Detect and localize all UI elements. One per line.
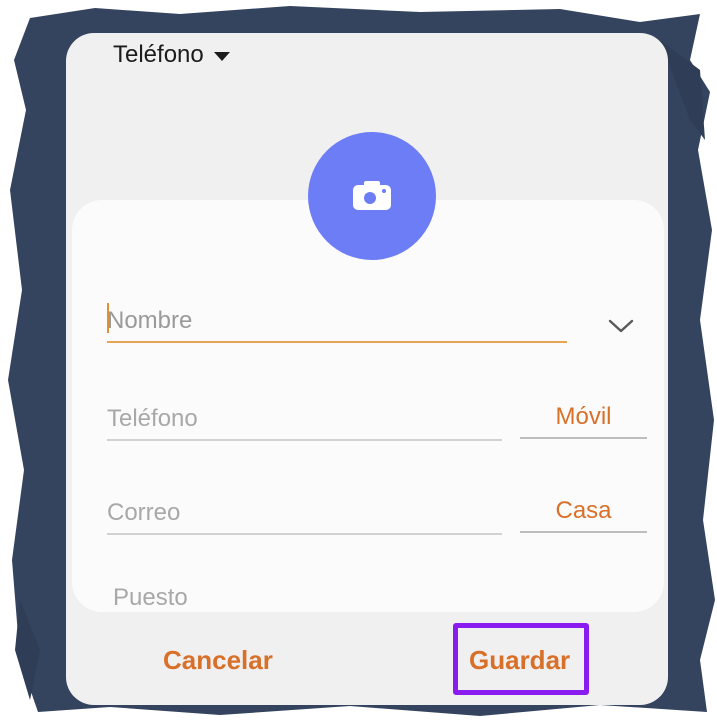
phone-input[interactable] — [107, 405, 502, 433]
email-type-select[interactable]: Casa — [520, 489, 647, 533]
name-field[interactable] — [107, 297, 567, 343]
name-input[interactable] — [107, 307, 567, 335]
caret-down-icon — [213, 51, 230, 61]
email-input[interactable] — [107, 499, 502, 527]
phone-type-select[interactable]: Móvil — [520, 395, 647, 439]
email-field[interactable] — [107, 489, 502, 535]
expand-name-button[interactable] — [603, 311, 639, 341]
account-selector[interactable]: Teléfono — [113, 41, 230, 69]
phone-field[interactable] — [107, 395, 502, 441]
chevron-down-icon — [608, 319, 634, 333]
account-label: Teléfono — [113, 41, 204, 68]
text-cursor — [107, 303, 109, 333]
screenshot-stage: Teléfono Móvil — [0, 0, 717, 722]
contact-form-screen: Teléfono Móvil — [66, 33, 668, 705]
phone-type-value: Móvil — [555, 403, 612, 430]
add-photo-button[interactable] — [308, 132, 436, 260]
email-type-value: Casa — [555, 497, 612, 524]
job-title-field[interactable]: Puesto — [113, 584, 188, 612]
save-button-highlight — [453, 623, 589, 695]
camera-icon — [353, 181, 391, 210]
cancel-button[interactable]: Cancelar — [163, 645, 273, 676]
